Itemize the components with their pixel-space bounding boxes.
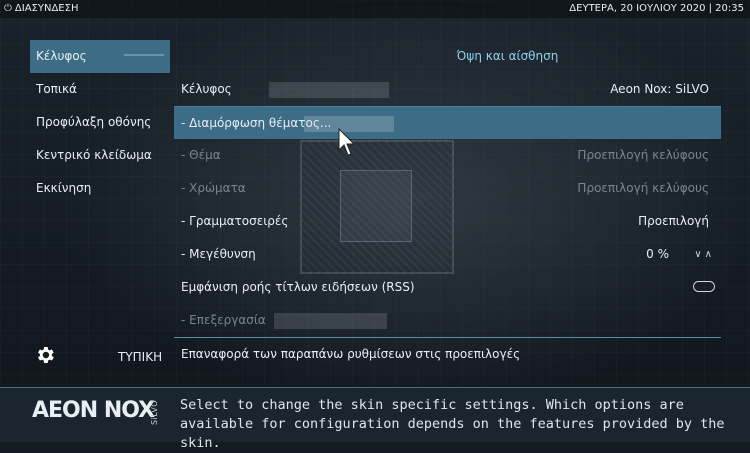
menu-item-skin[interactable]: Κέλυφος [30,40,170,73]
menu-item-screensaver[interactable]: Προφύλαξη οθόνης [30,106,170,139]
setting-row-skin[interactable]: Κέλυφος Aeon Nox: SiLVO [174,73,721,106]
setting-value: Προεπιλογή [638,214,709,228]
category-menu: Κέλυφος Τοπικά Προφύλαξη οθόνης Κεντρικό… [30,40,170,205]
menu-item-regional[interactable]: Τοπικά [30,73,170,106]
setting-row-configure-skin[interactable]: - Διαμόρφωση θέματος... [174,106,721,139]
settings-level-label[interactable]: ΤΥΠΙΚΗ [118,350,162,364]
footer-bar: AEON NOX SiLVO Select to change the skin… [0,387,750,451]
top-bar: ⏻ ΔΙΑΣΥΝΔΕΣΗ ΔΕΥΤΕΡΑ, 20 ΙΟΥΛΙΟΥ 2020 | 2… [0,0,750,18]
help-text: Select to change the skin specific setti… [180,397,725,451]
reset-defaults-button[interactable]: Επαναφορά των παραπάνω ρυθμίσεων στις πρ… [174,337,721,370]
skin-logo-sub: SiLVO [150,400,159,426]
setting-value: Προεπιλογή κελύφους [577,181,709,195]
rss-toggle[interactable] [693,281,715,292]
setting-label: - Θέμα [181,148,221,162]
reset-label: Επαναφορά των παραπάνω ρυθμίσεων στις πρ… [181,347,521,361]
setting-label: - Μεγέθυνση [181,247,256,261]
setting-row-fonts[interactable]: - Γραμματοσειρές Προεπιλογή [174,205,721,238]
section-title: Όψη και αίσθηση [456,49,559,63]
top-bar-title: ΔΙΑΣΥΝΔΕΣΗ [14,3,79,14]
settings-panel: Όψη και αίσθηση Κέλυφος Aeon Nox: SiLVO … [174,40,721,370]
top-bar-left: ⏻ ΔΙΑΣΥΝΔΕΣΗ [4,0,78,18]
zoom-spin-arrows-icon[interactable]: ∨∧ [694,238,715,271]
setting-row-theme[interactable]: - Θέμα Προεπιλογή κελύφους [174,139,721,172]
setting-label: - Γραμματοσειρές [181,214,289,228]
setting-row-zoom[interactable]: - Μεγέθυνση 0 % ∨∧ [174,238,721,271]
top-bar-datetime: ΔΕΥΤΕΡΑ, 20 ΙΟΥΛΙΟΥ 2020 | 20:35 [569,3,744,14]
setting-row-edit[interactable]: - Επεξεργασία [174,304,721,337]
gear-icon[interactable] [34,344,56,366]
setting-label: Κέλυφος [181,82,232,96]
label-highlight-bar [274,313,387,329]
menu-item-master-lock[interactable]: Κεντρικό κλείδωμα [30,139,170,172]
setting-value: Προεπιλογή κελύφους [577,148,709,162]
setting-label: Εμφάνιση ροής τίτλων ειδήσεων (RSS) [181,280,415,294]
setting-value: Aeon Nox: SiLVO [610,82,709,96]
setting-label: - Επεξεργασία [181,313,266,327]
mouse-pointer-icon [338,128,356,156]
skin-logo: AEON NOX [32,398,155,423]
setting-row-colours[interactable]: - Χρώματα Προεπιλογή κελύφους [174,172,721,205]
label-highlight-bar [269,82,389,98]
setting-label: - Χρώματα [181,181,246,195]
setting-row-rss[interactable]: Εμφάνιση ροής τίτλων ειδήσεων (RSS) [174,271,721,304]
zoom-value: 0 % [646,247,669,261]
power-icon[interactable]: ⏻ [4,0,12,18]
menu-item-startup[interactable]: Εκκίνηση [30,172,170,205]
